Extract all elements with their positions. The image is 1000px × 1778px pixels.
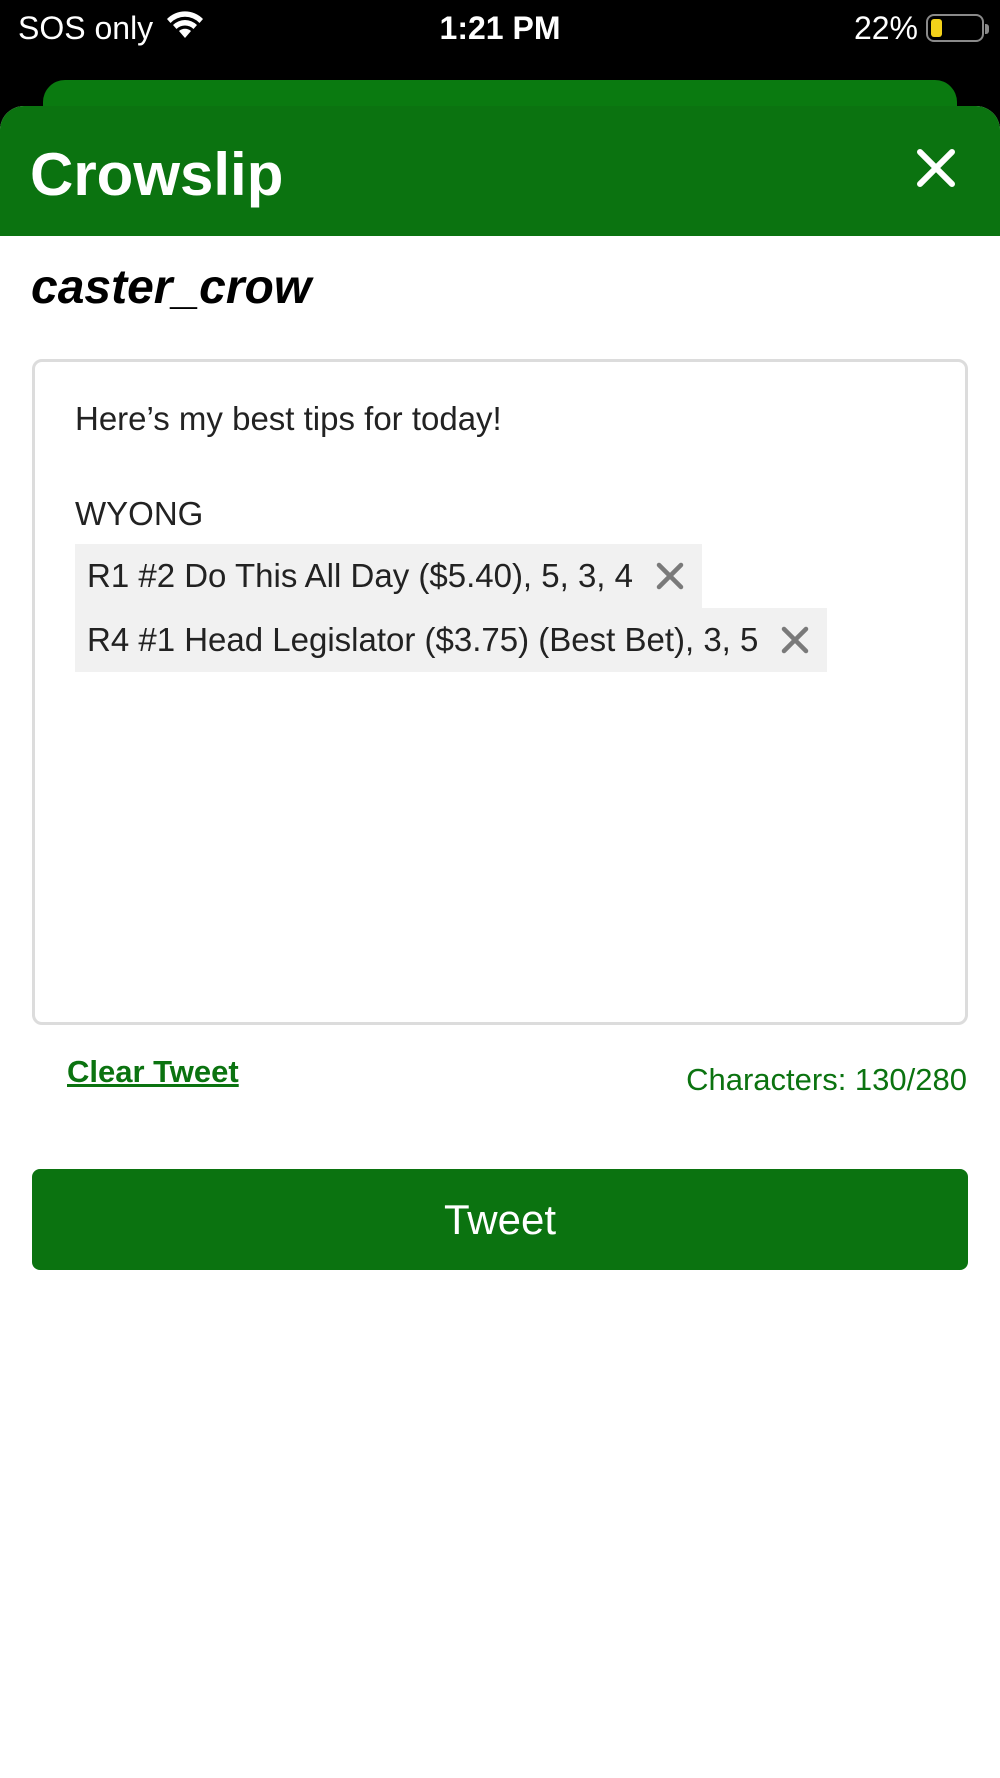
status-bar: SOS only 1:21 PM 22% [0, 0, 1000, 80]
app-title: Crowslip [30, 141, 284, 208]
tip-label: R1 #2 Do This All Day ($5.40), 5, 3, 4 [87, 557, 633, 594]
tip-chip: R4 #1 Head Legislator ($3.75) (Best Bet)… [75, 608, 828, 672]
tweet-button[interactable]: Tweet [32, 1169, 968, 1270]
remove-tip-button[interactable] [655, 561, 685, 591]
remove-icon [782, 626, 809, 654]
character-count: Characters: 130/280 [686, 1062, 967, 1097]
clear-tweet-link[interactable]: Clear Tweet [67, 1052, 239, 1092]
close-button[interactable] [912, 144, 960, 192]
close-icon [917, 149, 955, 187]
tweet-textarea[interactable]: Here’s my best tips for today! WYONG R1 … [32, 359, 968, 1025]
remove-tip-button[interactable] [780, 625, 810, 655]
tweet-intro-text: Here’s my best tips for today! [75, 400, 502, 437]
modal-header: Crowslip [0, 106, 1000, 236]
modal-sheet: Crowslip caster_crow Here’s my best tips… [0, 106, 1000, 1778]
status-time: 1:21 PM [439, 10, 561, 46]
battery-percent: 22% [853, 9, 918, 46]
status-right: 22% [853, 8, 989, 48]
tip-chip: R1 #2 Do This All Day ($5.40), 5, 3, 4 [75, 544, 702, 608]
tip-label: R4 #1 Head Legislator ($3.75) (Best Bet)… [87, 621, 759, 658]
track-name: WYONG [75, 495, 204, 532]
username: caster_crow [31, 261, 312, 314]
battery-icon [926, 14, 989, 42]
remove-icon [656, 562, 684, 590]
battery-level [931, 19, 942, 37]
